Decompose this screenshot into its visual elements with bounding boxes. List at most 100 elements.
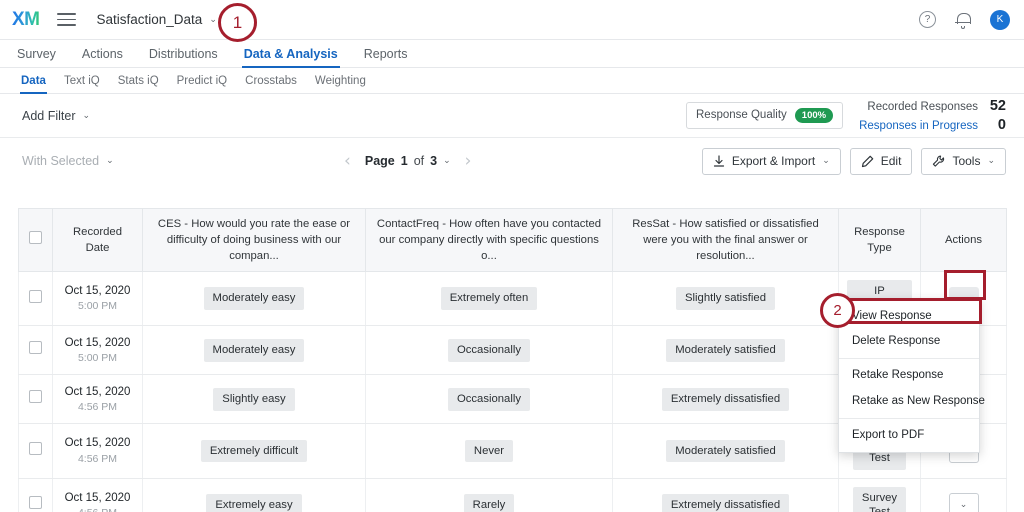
- page-of: of: [413, 154, 425, 168]
- responses-in-progress-value: 0: [997, 117, 1006, 133]
- top-bar-actions: ? K: [919, 9, 1010, 30]
- row-checkbox[interactable]: [29, 496, 42, 510]
- column-header-contactfreq[interactable]: ContactFreq - How often have you contact…: [365, 207, 613, 273]
- menu-item-retake-response[interactable]: Retake Response: [839, 363, 979, 388]
- toolbar-buttons: Export & Import ⌄ Edit Tools ⌄: [701, 147, 1006, 175]
- previous-page-button[interactable]: ‹: [344, 152, 351, 170]
- download-icon: [713, 154, 724, 167]
- row-date: Oct 15, 2020: [64, 437, 131, 450]
- col-recorded-date-l1: Recorded: [73, 226, 122, 239]
- cell-ressat: Extremely dissatisfied: [612, 478, 839, 512]
- table-row: Oct 15, 2020 4:56 PM Extremely easy Rare…: [18, 478, 1007, 512]
- row-checkbox[interactable]: [29, 390, 42, 404]
- export-import-button[interactable]: Export & Import ⌄: [701, 147, 841, 175]
- responses-in-progress-link[interactable]: Responses in Progress: [859, 120, 978, 132]
- next-page-button[interactable]: ›: [465, 152, 472, 170]
- menu-item-view-response[interactable]: View Response: [839, 303, 979, 328]
- cell-contactfreq: Occasionally: [365, 325, 613, 376]
- table-toolbar: With Selected ⌄ ‹ Page 1 of 3 ⌄ › Export…: [0, 138, 1024, 184]
- edit-button[interactable]: Edit: [849, 147, 913, 175]
- subtab-data[interactable]: Data: [12, 75, 55, 94]
- value-pill: Moderately easy: [203, 339, 305, 362]
- subtab-text-iq[interactable]: Text iQ: [55, 75, 109, 94]
- row-time: 4:56 PM: [61, 506, 134, 512]
- row-time: 5:00 PM: [77, 300, 118, 313]
- with-selected-label: With Selected: [22, 154, 100, 168]
- response-type-l2: Test: [869, 506, 890, 512]
- pagination: ‹ Page 1 of 3 ⌄ ›: [344, 152, 472, 170]
- row-select-cell: [18, 374, 53, 425]
- value-pill: Moderately satisfied: [666, 439, 785, 463]
- row-date: Oct 15, 2020: [64, 336, 131, 349]
- filter-bar: Add Filter ⌄ Response Quality 100% Recor…: [0, 94, 1024, 138]
- annotation-marker-1: 1: [218, 3, 257, 42]
- filter-bar-right: Response Quality 100% Recorded Responses…: [686, 98, 1006, 133]
- row-checkbox[interactable]: [29, 442, 42, 456]
- main-navigation: Survey Actions Distributions Data & Anal…: [0, 40, 1024, 68]
- cell-contactfreq: Rarely: [365, 478, 613, 512]
- recorded-responses-label: Recorded Responses: [867, 101, 978, 113]
- row-actions-dropdown-button[interactable]: ⌄: [948, 493, 979, 512]
- help-icon[interactable]: ?: [919, 11, 936, 28]
- row-actions-context-menu: View Response Delete Response Retake Res…: [838, 298, 985, 453]
- tab-distributions[interactable]: Distributions: [136, 47, 231, 68]
- menu-item-retake-as-new-response[interactable]: Retake as New Response: [839, 388, 985, 413]
- value-pill: Extremely often: [440, 287, 538, 311]
- value-pill: Extremely dissatisfied: [661, 388, 790, 411]
- column-header-ressat[interactable]: ResSat - How satisfied or dissatisfied w…: [612, 207, 839, 273]
- tab-data-and-analysis[interactable]: Data & Analysis: [231, 47, 351, 68]
- column-header-recorded-date[interactable]: Recorded Date: [52, 207, 143, 273]
- tools-button[interactable]: Tools ⌄: [921, 147, 1006, 175]
- select-all-header: [18, 207, 53, 273]
- recorded-responses-value: 52: [989, 98, 1006, 114]
- xm-logo[interactable]: XM: [12, 10, 40, 29]
- cell-ces: Moderately easy: [142, 271, 366, 327]
- cell-contactfreq: Occasionally: [365, 374, 613, 425]
- avatar[interactable]: K: [990, 9, 1010, 30]
- notifications-bell-icon[interactable]: [955, 11, 971, 29]
- tab-actions[interactable]: Actions: [69, 47, 136, 68]
- value-pill: Never: [464, 439, 514, 463]
- row-select-cell: [18, 423, 53, 479]
- col-recorded-date-l2: Date: [85, 242, 110, 255]
- row-checkbox[interactable]: [29, 289, 42, 303]
- row-checkbox[interactable]: [29, 341, 42, 355]
- row-date: Oct 15, 2020: [64, 385, 131, 398]
- menu-item-export-to-pdf[interactable]: Export to PDF: [839, 423, 979, 448]
- responses-in-progress-row: Responses in Progress 0: [859, 117, 1006, 133]
- value-pill: Extremely dissatisfied: [661, 494, 790, 512]
- cell-response-type: Survey Test: [838, 478, 921, 512]
- select-all-checkbox[interactable]: [29, 231, 42, 245]
- value-pill: Rarely: [463, 494, 515, 512]
- export-import-label: Export & Import: [731, 154, 816, 168]
- value-pill: Moderately easy: [203, 287, 305, 311]
- top-bar: XM Satisfaction_Data ⌄ ? K: [0, 0, 1024, 40]
- value-pill: Extremely difficult: [200, 439, 308, 463]
- subtab-stats-iq[interactable]: Stats iQ: [109, 75, 168, 94]
- subtab-predict-iq[interactable]: Predict iQ: [168, 75, 237, 94]
- tab-reports[interactable]: Reports: [351, 47, 421, 68]
- menu-divider: [839, 417, 979, 419]
- subtab-weighting[interactable]: Weighting: [306, 75, 375, 94]
- cell-ces: Slightly easy: [142, 374, 366, 425]
- chevron-down-icon: ⌄: [987, 156, 995, 166]
- hamburger-menu-icon[interactable]: [56, 13, 76, 26]
- response-quality-button[interactable]: Response Quality 100%: [686, 101, 844, 130]
- page-selector[interactable]: Page 1 of 3 ⌄: [365, 154, 451, 168]
- column-header-ces[interactable]: CES - How would you rate the ease or dif…: [142, 207, 366, 273]
- response-quality-badge: 100%: [794, 107, 834, 124]
- subtab-crosstabs[interactable]: Crosstabs: [236, 75, 306, 94]
- tab-survey[interactable]: Survey: [15, 47, 69, 68]
- cell-ressat: Moderately satisfied: [612, 325, 839, 376]
- page-current: 1: [400, 154, 408, 168]
- cell-recorded-date: Oct 15, 2020 5:00 PM: [52, 271, 143, 327]
- project-name-dropdown[interactable]: Satisfaction_Data ⌄: [97, 12, 217, 27]
- col-response-type-l2: Type: [867, 242, 892, 255]
- edit-label: Edit: [880, 154, 902, 168]
- column-header-response-type[interactable]: Response Type: [838, 207, 921, 273]
- row-time: 4:56 PM: [77, 401, 118, 414]
- add-filter-button[interactable]: Add Filter ⌄: [22, 109, 90, 123]
- chevron-down-icon: ⌄: [82, 110, 91, 121]
- with-selected-dropdown[interactable]: With Selected ⌄: [22, 154, 114, 168]
- menu-item-delete-response[interactable]: Delete Response: [839, 328, 979, 353]
